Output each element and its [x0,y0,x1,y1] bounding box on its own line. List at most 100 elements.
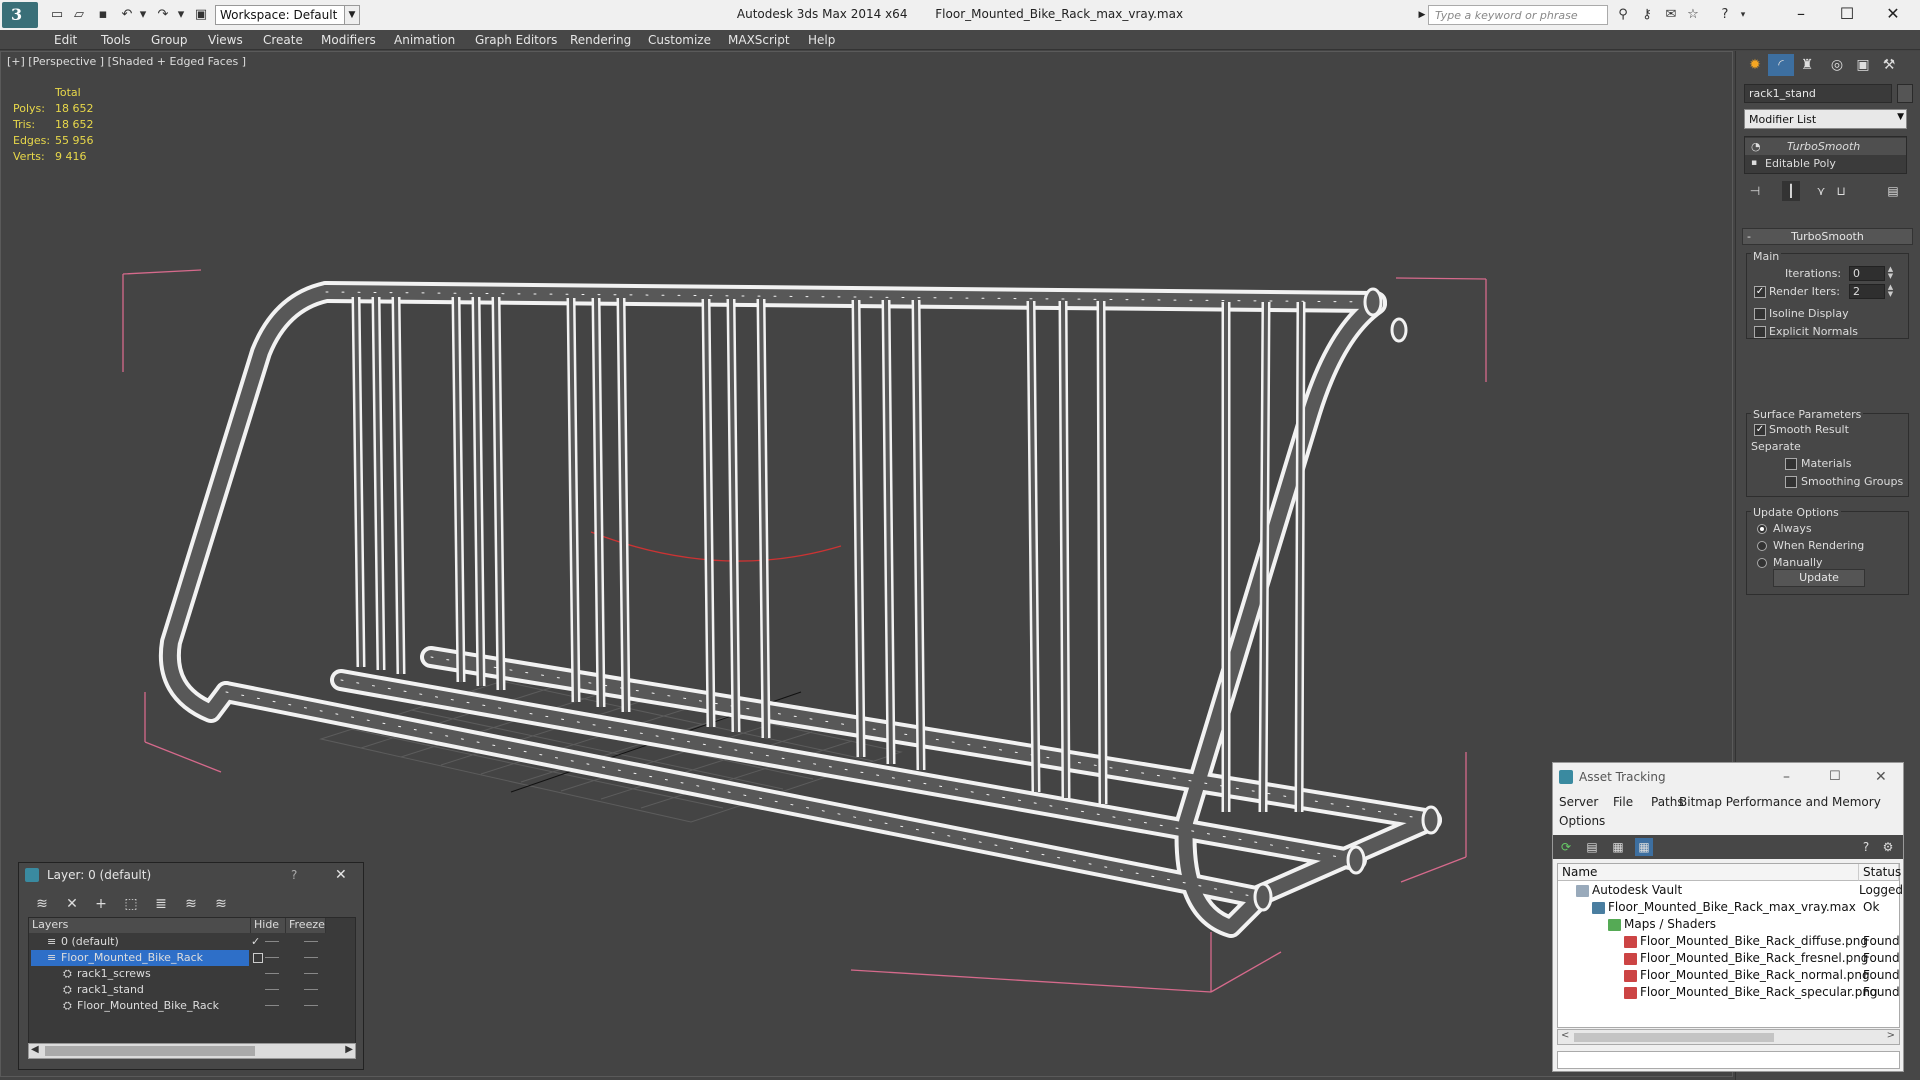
asset-row[interactable]: Autodesk Vault [1576,882,1682,899]
asset-row[interactable]: Floor_Mounted_Bike_Rack_fresnel.png [1624,950,1868,967]
new-layer-icon[interactable]: ≋ [31,893,53,915]
object-color-swatch[interactable] [1897,84,1913,103]
close-button[interactable]: ✕ [1870,0,1916,28]
smooth-result-checkbox[interactable]: ✓ [1754,424,1766,436]
maximize-button[interactable]: ☐ [1824,0,1870,28]
explicit-normals-checkbox[interactable] [1754,326,1766,338]
open-file-icon[interactable]: ▱ [70,6,88,24]
spinner-arrows-icon[interactable]: ▲ ▼ [1886,266,1895,281]
workspace-dropdown[interactable]: Workspace: Default ▼ [215,5,359,25]
freeze-toggle[interactable] [304,941,318,942]
lightbulb-icon[interactable]: ◔ [1751,138,1761,155]
hide-toggle[interactable] [265,989,279,990]
layer-row-selected[interactable]: ≡ Floor_Mounted_Bike_Rack [29,950,355,966]
asset-row[interactable]: Maps / Shaders [1608,916,1716,933]
asset-menu-file[interactable]: File [1613,795,1633,809]
help-dropdown-icon[interactable]: ▾ [1734,6,1752,24]
settings-icon[interactable]: ⚙ [1879,838,1897,856]
maximize-icon[interactable]: ☐ [1829,763,1841,791]
spinner-arrows-icon[interactable]: ▲ ▼ [1886,284,1895,299]
modifier-list-dropdown[interactable]: Modifier List ▼ [1744,109,1907,129]
menu-edit[interactable]: Edit [54,31,77,49]
create-tab-icon[interactable]: ✹ [1742,54,1768,76]
list-view-icon[interactable]: ▤ [1583,838,1601,856]
scroll-left-icon[interactable]: < [1561,1030,1569,1041]
menu-modifiers[interactable]: Modifiers [321,31,376,49]
object-name-field[interactable]: rack1_stand [1744,84,1892,103]
freeze-all-layers-icon[interactable]: ≋ [210,893,232,915]
hide-toggle[interactable] [265,957,279,958]
hide-all-layers-icon[interactable]: ≋ [180,893,202,915]
update-button[interactable]: Update [1773,569,1865,587]
column-header-freeze[interactable]: Freeze [286,918,326,933]
menu-help[interactable]: Help [808,31,835,49]
help-icon[interactable]: ? [291,863,297,887]
menu-customize[interactable]: Customize [648,31,711,49]
undo-dropdown-icon[interactable]: ▾ [134,6,152,24]
asset-menu-server[interactable]: Server [1559,795,1598,809]
menu-rendering[interactable]: Rendering [570,31,631,49]
close-icon[interactable]: ✕ [1875,763,1887,791]
show-end-result-icon[interactable]: ┃ [1782,181,1800,201]
menu-graph-editors[interactable]: Graph Editors [475,31,557,49]
stack-item-editable-poly[interactable]: ▪ Editable Poly [1745,155,1906,172]
hierarchy-tab-icon[interactable]: ♜ [1794,54,1820,76]
highlight-selected-layer-icon[interactable]: ≣ [150,893,172,915]
always-radio[interactable] [1757,524,1767,534]
layer-dialog-titlebar[interactable]: Layer: 0 (default) ? ✕ [19,863,363,887]
utilities-tab-icon[interactable]: ⚒ [1876,54,1902,76]
menu-create[interactable]: Create [263,31,303,49]
freeze-toggle[interactable] [304,1005,318,1006]
configure-modifier-sets-icon[interactable]: ▤ [1884,181,1902,201]
binoculars-icon[interactable]: ⚲ [1614,6,1632,24]
expand-plus-icon[interactable]: ▪ [1751,155,1757,172]
table-view-icon[interactable]: ▦ [1609,838,1627,856]
app-logo-icon[interactable]: 3 [2,2,38,28]
column-header-hide[interactable]: Hide [251,918,286,933]
menu-animation[interactable]: Animation [394,31,455,49]
asset-menu-options[interactable]: Options [1559,814,1605,828]
new-file-icon[interactable]: ▭ [48,6,66,24]
help-icon[interactable]: ? [1857,838,1875,856]
turbosmooth-rollout-header[interactable]: - TurboSmooth [1742,228,1913,245]
scroll-thumb[interactable] [45,1046,255,1056]
layer-row[interactable]: ⛭ rack1_stand [29,982,355,998]
close-icon[interactable]: ✕ [335,863,347,887]
isoline-display-checkbox[interactable] [1754,308,1766,320]
active-layer-check-icon[interactable]: ✓ [251,934,260,950]
menu-maxscript[interactable]: MAXScript [728,31,790,49]
iterations-spinner[interactable]: 0 [1849,266,1885,281]
asset-row[interactable]: Floor_Mounted_Bike_Rack_normal.png [1624,967,1870,984]
column-header-layers[interactable]: Layers [29,918,251,933]
workspace-menu-button[interactable]: ▼ [344,5,360,25]
column-header-name[interactable]: Name [1558,864,1859,881]
add-to-layer-icon[interactable]: + [90,893,112,915]
asset-row[interactable]: Floor_Mounted_Bike_Rack_specular.png [1624,984,1878,1001]
remove-modifier-icon[interactable]: ⊔ [1832,181,1850,201]
layer-row[interactable]: ≡ 0 (default) ✓ [29,934,355,950]
asset-tracking-titlebar[interactable]: Asset Tracking – ☐ ✕ [1553,763,1903,791]
freeze-toggle[interactable] [304,989,318,990]
layer-row[interactable]: ⛭ rack1_screws [29,966,355,982]
grid-view-icon[interactable]: ▦ [1635,838,1653,856]
layer-horizontal-scrollbar[interactable]: ◀ ▶ [28,1043,356,1059]
stack-item-turbosmooth[interactable]: ◔ TurboSmooth [1745,138,1906,155]
layer-row[interactable]: ⛭ Floor_Mounted_Bike_Rack [29,998,355,1014]
redo-dropdown-icon[interactable]: ▾ [172,6,190,24]
smoothing-groups-checkbox[interactable] [1785,476,1797,488]
when-rendering-radio[interactable] [1757,541,1767,551]
minimize-icon[interactable]: – [1783,763,1790,791]
scroll-thumb[interactable] [1574,1033,1774,1042]
asset-horizontal-scrollbar[interactable]: < > [1557,1029,1900,1045]
scroll-right-icon[interactable]: > [1887,1030,1895,1041]
motion-tab-icon[interactable]: ◎ [1824,54,1850,76]
hide-toggle[interactable] [265,941,279,942]
search-input[interactable]: Type a keyword or phrase [1428,5,1608,25]
asset-menu-bitmap-performance[interactable]: Bitmap Performance and Memory [1679,795,1881,809]
display-tab-icon[interactable]: ▣ [1850,54,1876,76]
asset-row[interactable]: Floor_Mounted_Bike_Rack_max_vray.max [1592,899,1856,916]
project-folder-icon[interactable]: ▣ [192,6,210,24]
freeze-toggle[interactable] [304,957,318,958]
scroll-left-icon[interactable]: ◀ [31,1044,39,1055]
make-unique-icon[interactable]: ⋎ [1812,181,1830,201]
